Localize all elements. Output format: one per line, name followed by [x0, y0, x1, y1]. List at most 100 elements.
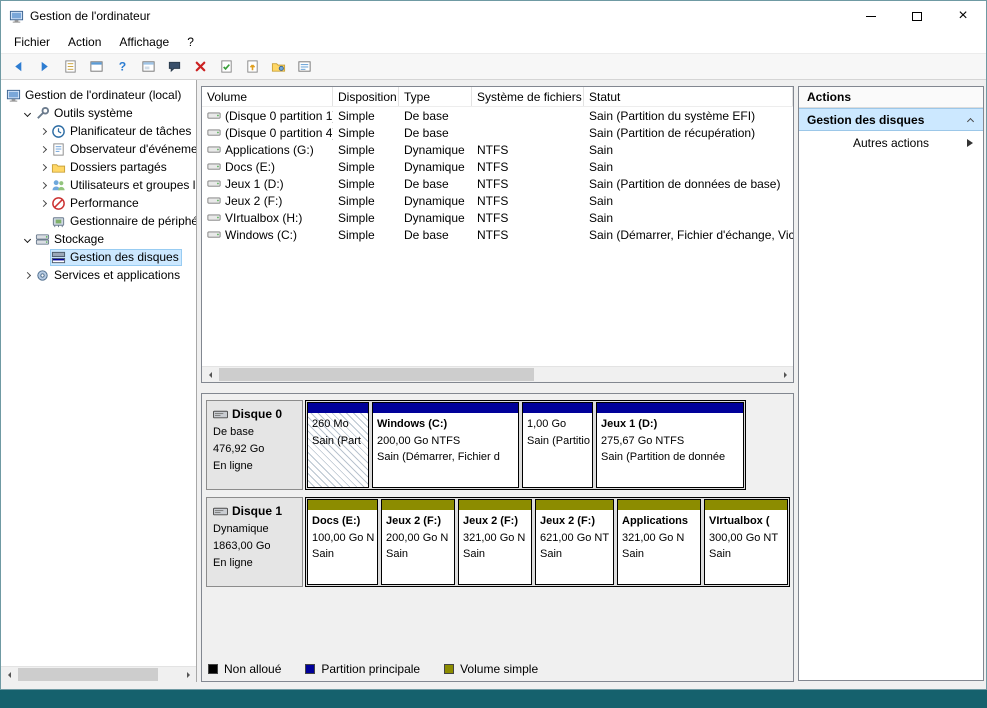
legend-swatch — [208, 664, 218, 674]
toolbar-balloon-button[interactable] — [162, 55, 187, 78]
disk-info[interactable]: Disque 1Dynamique1863,00 GoEn ligne — [206, 497, 303, 587]
legend-swatch — [444, 664, 454, 674]
volume-type: De base — [399, 109, 472, 123]
toolbar-properties-window-button[interactable] — [136, 55, 161, 78]
menu-help[interactable]: ? — [178, 33, 203, 51]
tree-expander[interactable] — [37, 161, 50, 174]
column-header-volume[interactable]: Volume — [202, 87, 333, 106]
volume-row-jeux-2-f[interactable]: Jeux 2 (F:)SimpleDynamiqueNTFSSain — [202, 192, 793, 209]
tree-item-gestion-des-disques[interactable]: Gestion des disques — [1, 248, 196, 266]
scroll-left-button[interactable] — [1, 667, 17, 682]
volume-disposition: Simple — [333, 211, 399, 225]
partition-block[interactable]: Docs (E:)100,00 Go NSain — [307, 499, 378, 585]
action-gestion-des-disques[interactable]: Gestion des disques — [799, 108, 983, 131]
disk-info[interactable]: Disque 0De base476,92 GoEn ligne — [206, 400, 303, 490]
column-header-type[interactable]: Type — [399, 87, 472, 106]
toolbar-back-button[interactable] — [6, 55, 31, 78]
tree-expander — [37, 215, 50, 228]
column-header-systeme-de-fichiers[interactable]: Système de fichiers — [472, 87, 584, 106]
volume-row-applications-g[interactable]: Applications (G:)SimpleDynamiqueNTFSSain — [202, 141, 793, 158]
partition-block[interactable]: Windows (C:)200,00 Go NTFSSain (Démarrer… — [372, 402, 519, 488]
partition-block[interactable]: 1,00 GoSain (Partitio — [522, 402, 593, 488]
column-header-disposition[interactable]: Disposition — [333, 87, 399, 106]
menu-affichage[interactable]: Affichage — [110, 33, 178, 51]
scrollbar-thumb[interactable] — [18, 668, 158, 681]
partition-size: 1,00 Go — [527, 416, 588, 433]
disk-management-icon — [51, 250, 66, 265]
scroll-right-button[interactable] — [180, 667, 196, 682]
partition-block[interactable]: Jeux 2 (F:)621,00 Go NTSain — [535, 499, 614, 585]
close-button[interactable]: × — [940, 1, 986, 31]
partition-title: VIrtualbox ( — [709, 513, 783, 530]
volume-type: De base — [399, 126, 472, 140]
scroll-right-button[interactable] — [777, 367, 793, 382]
maximize-button[interactable] — [894, 1, 940, 31]
partition-status: Sain (Part — [312, 433, 364, 450]
tree-item-utilisateurs-et-groupes-l[interactable]: Utilisateurs et groupes l — [1, 176, 196, 194]
toolbar-check-document-button[interactable] — [214, 55, 239, 78]
tree-expander[interactable] — [21, 269, 34, 282]
volume-icon — [207, 161, 221, 173]
tree-expander[interactable] — [21, 107, 34, 120]
toolbar-export-list-button[interactable] — [58, 55, 83, 78]
volume-row-disque-0-partition-1[interactable]: (Disque 0 partition 1)SimpleDe baseSain … — [202, 107, 793, 124]
tree-expander[interactable] — [37, 125, 50, 138]
column-header-statut[interactable]: Statut — [584, 87, 793, 106]
tree-item-performance[interactable]: Performance — [1, 194, 196, 212]
maximize-icon — [912, 12, 922, 21]
tree-horizontal-scrollbar[interactable] — [1, 666, 196, 682]
tree-item-dossiers-partages[interactable]: Dossiers partagés — [1, 158, 196, 176]
scrollbar-thumb[interactable] — [219, 368, 534, 381]
tree-expander[interactable] — [21, 233, 34, 246]
toolbar-details-view-button[interactable] — [292, 55, 317, 78]
close-icon: × — [958, 8, 967, 24]
volume-row-jeux-1-d[interactable]: Jeux 1 (D:)SimpleDe baseNTFSSain (Partit… — [202, 175, 793, 192]
partition-size: 300,00 Go NT — [709, 530, 783, 547]
tree-item-planificateur-de-taches[interactable]: Planificateur de tâches — [1, 122, 196, 140]
tree-expander[interactable] — [37, 197, 50, 210]
partition-block[interactable]: Jeux 1 (D:)275,67 Go NTFSSain (Partition… — [596, 402, 744, 488]
toolbar-folder-options-button[interactable] — [266, 55, 291, 78]
volume-row-disque-0-partition-4[interactable]: (Disque 0 partition 4)SimpleDe baseSain … — [202, 124, 793, 141]
tree-item-gestionnaire-de-periphe[interactable]: Gestionnaire de périphé — [1, 212, 196, 230]
minimize-button[interactable] — [848, 1, 894, 31]
menu-fichier[interactable]: Fichier — [5, 33, 59, 51]
volume-row-docs-e[interactable]: Docs (E:)SimpleDynamiqueNTFSSain — [202, 158, 793, 175]
volume-status: Sain — [584, 160, 793, 174]
volume-row-windows-c[interactable]: Windows (C:)SimpleDe baseNTFSSain (Démar… — [202, 226, 793, 243]
volume-horizontal-scrollbar[interactable] — [202, 366, 793, 382]
volume-name: (Disque 0 partition 4) — [225, 126, 333, 140]
action-autres-actions[interactable]: Autres actions — [799, 131, 983, 154]
toolbar-console-window-button[interactable] — [84, 55, 109, 78]
expand-right-arrow-icon[interactable] — [967, 139, 977, 147]
scheduler-icon — [51, 124, 66, 139]
toolbar-forward-button[interactable] — [32, 55, 57, 78]
toolbar-help-button[interactable]: ? — [110, 55, 135, 78]
disk-row-disque-1: Disque 1Dynamique1863,00 GoEn ligneDocs … — [206, 497, 793, 587]
volume-disposition: Simple — [333, 194, 399, 208]
volume-type: Dynamique — [399, 211, 472, 225]
partition-block[interactable]: Jeux 2 (F:)321,00 Go NSain — [458, 499, 532, 585]
toolbar-delete-button[interactable] — [188, 55, 213, 78]
partition-color-band — [705, 500, 787, 510]
volume-row-virtualbox-h[interactable]: VIrtualbox (H:)SimpleDynamiqueNTFSSain — [202, 209, 793, 226]
collapse-up-arrow-icon[interactable] — [968, 120, 973, 124]
tree-item-services-et-applications[interactable]: Services et applications — [1, 266, 196, 284]
partition-color-band — [373, 403, 518, 413]
tree-expander[interactable] — [37, 143, 50, 156]
partition-block[interactable]: 260 MoSain (Part — [307, 402, 369, 488]
tree-item-observateur-d-eveneme[interactable]: Observateur d'événeme — [1, 140, 196, 158]
disk-icon — [213, 504, 228, 519]
scroll-left-button[interactable] — [202, 367, 218, 382]
menu-action[interactable]: Action — [59, 33, 110, 51]
volume-disposition: Simple — [333, 126, 399, 140]
tree-expander[interactable] — [37, 179, 50, 192]
tree-item-gestion-de-l-ordinateur-local[interactable]: Gestion de l'ordinateur (local) — [1, 86, 196, 104]
tree-item-outils-systeme[interactable]: Outils système — [1, 104, 196, 122]
volume-status: Sain — [584, 194, 793, 208]
partition-block[interactable]: VIrtualbox (300,00 Go NTSain — [704, 499, 788, 585]
tree-item-stockage[interactable]: Stockage — [1, 230, 196, 248]
partition-block[interactable]: Jeux 2 (F:)200,00 Go NSain — [381, 499, 455, 585]
partition-block[interactable]: Applications321,00 Go NSain — [617, 499, 701, 585]
toolbar-import-document-button[interactable] — [240, 55, 265, 78]
